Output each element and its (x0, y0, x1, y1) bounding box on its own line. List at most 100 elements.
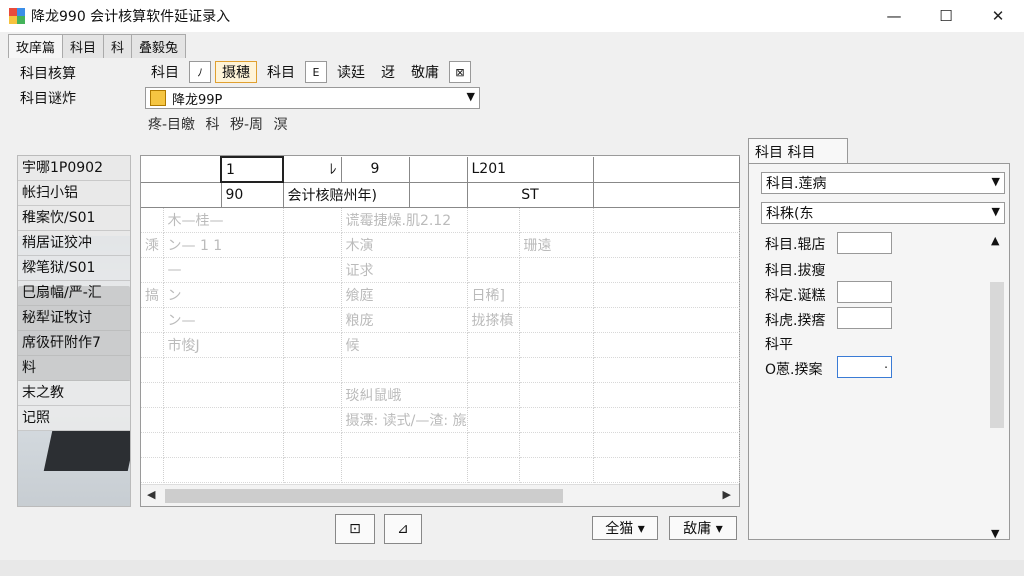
scroll-thumb[interactable] (165, 489, 563, 503)
table-cell[interactable] (141, 382, 164, 408)
table-row[interactable] (141, 432, 740, 458)
table-row[interactable]: 摄溧: 读式/—渣: 旐塵) (141, 407, 740, 433)
table-cell[interactable]: ン— (163, 307, 284, 333)
list-item[interactable]: 巳扇幅/严-汇 (18, 281, 130, 306)
table-cell[interactable] (519, 432, 594, 458)
list-item[interactable]: 席彶矸附作7 (18, 331, 130, 356)
table-cell[interactable] (467, 407, 520, 433)
table-cell[interactable] (163, 357, 284, 383)
save-all-button[interactable]: 全猫 ▾ (592, 516, 658, 540)
table-cell[interactable] (519, 307, 594, 333)
category-select[interactable]: 科秼(东 ▼ (761, 202, 1005, 224)
list-item[interactable]: 记照 (18, 406, 130, 431)
table-cell[interactable]: 粮庞 (341, 307, 468, 333)
table-cell[interactable]: 谎霉捷燥.肌2.12 (341, 207, 468, 233)
cancel-button[interactable]: 敌庸 ▾ (669, 516, 737, 540)
toolbar-item-1[interactable]: 科目 (145, 61, 185, 83)
table-cell[interactable]: — (163, 257, 284, 283)
list-item[interactable]: 稍居证狡冲 (18, 231, 130, 256)
table-cell[interactable] (467, 332, 520, 358)
grid-header-cell[interactable]: 1 (220, 156, 284, 183)
table-cell[interactable] (593, 382, 740, 408)
table-cell[interactable] (141, 432, 164, 458)
table-cell[interactable]: 木演 (341, 232, 468, 258)
table-cell[interactable] (519, 207, 594, 233)
field-input[interactable]: . (837, 356, 892, 378)
chevron-down-icon[interactable]: ▼ (467, 90, 475, 103)
table-cell[interactable] (593, 307, 740, 333)
table-cell[interactable]: 日稀] (467, 282, 520, 308)
table-cell[interactable] (467, 432, 520, 458)
edit-row-button[interactable]: ⊿ (384, 514, 422, 544)
list-item[interactable]: 稚案忺/S01 (18, 206, 130, 231)
tab-4[interactable]: 叠毅兔 (131, 34, 187, 58)
table-cell[interactable]: 珊遠 (519, 232, 594, 258)
company-select[interactable]: 降龙99P ▼ (145, 87, 480, 109)
tab-3[interactable]: 科 (103, 34, 133, 58)
scroll-left-icon[interactable]: ◀ (147, 488, 155, 501)
toolbar-item-6[interactable]: 读廷 (331, 61, 371, 83)
tab-1[interactable]: 玫庠篇 (8, 34, 64, 58)
table-cell[interactable] (593, 407, 740, 433)
table-cell[interactable] (519, 332, 594, 358)
table-cell[interactable] (467, 232, 520, 258)
table-cell[interactable] (519, 407, 594, 433)
table-row[interactable]: 市悛J 候 (141, 332, 740, 358)
tab-subject[interactable]: 科目 科目 (748, 138, 848, 164)
table-cell[interactable]: ン— 1 1 (163, 232, 284, 258)
table-cell[interactable]: 木—桂— (163, 207, 284, 233)
minimize-button[interactable]: — (868, 0, 920, 32)
table-cell[interactable]: 飨庭 (341, 282, 468, 308)
table-row[interactable]: 琰糾鼠峨 (141, 382, 740, 408)
toolbar-item-8[interactable]: 敬庸 (405, 61, 445, 83)
table-cell[interactable]: 琰糾鼠峨 (341, 382, 468, 408)
table-cell[interactable]: 搞 (141, 282, 164, 308)
close-button[interactable]: ✕ (972, 0, 1024, 32)
scroll-up-icon[interactable]: ▲ (991, 234, 999, 247)
table-cell[interactable] (141, 257, 164, 283)
pin-icon[interactable]: ﾉ (189, 61, 211, 83)
table-row[interactable]: 溗ン— 1 1 木演 珊遠 (141, 232, 740, 258)
table-cell[interactable] (141, 332, 164, 358)
table-cell[interactable] (141, 357, 164, 383)
voucher-grid[interactable]: 1 ﾚ 9 L201 90 会计核赔州年) ST 木—桂— 谎霉捷燥.肌2.12 溗… (140, 155, 740, 507)
table-cell[interactable] (519, 457, 594, 483)
subject-select[interactable]: 科目.莲病 ▼ (761, 172, 1005, 194)
table-cell[interactable] (519, 282, 594, 308)
list-item[interactable]: 秘犁证牧讨 (18, 306, 130, 331)
table-cell[interactable]: 候 (341, 332, 468, 358)
field-input[interactable] (837, 232, 892, 254)
table-cell[interactable] (519, 357, 594, 383)
table-cell[interactable] (163, 457, 284, 483)
table-cell[interactable] (593, 457, 740, 483)
maximize-button[interactable]: ☐ (920, 0, 972, 32)
tab-2[interactable]: 科目 (62, 34, 105, 58)
scroll-down-icon[interactable]: ▼ (991, 527, 999, 540)
field-input[interactable] (837, 281, 892, 303)
table-cell[interactable] (467, 357, 520, 383)
table-cell[interactable] (593, 332, 740, 358)
table-cell[interactable] (593, 282, 740, 308)
list-item[interactable]: 料 (18, 356, 130, 381)
table-cell[interactable] (593, 232, 740, 258)
table-cell[interactable]: 市悛J (163, 332, 284, 358)
table-cell[interactable]: 溗 (141, 232, 164, 258)
table-cell[interactable] (283, 257, 342, 283)
table-cell[interactable] (519, 382, 594, 408)
table-cell[interactable] (593, 257, 740, 283)
toolbar-item-7[interactable]: 迓 (375, 61, 401, 83)
table-cell[interactable] (141, 457, 164, 483)
table-cell[interactable] (141, 307, 164, 333)
table-cell[interactable] (283, 382, 342, 408)
table-cell[interactable] (593, 432, 740, 458)
table-cell[interactable] (341, 357, 468, 383)
table-cell[interactable]: 摄溧: 读式/—渣: 旐塵) (341, 407, 468, 433)
toolbar-item-3[interactable]: 摄穗 (215, 61, 257, 83)
list-item[interactable]: 帐扫小铝 (18, 181, 130, 206)
table-cell[interactable] (283, 357, 342, 383)
expand-icon[interactable]: ⊠ (449, 61, 471, 83)
table-cell[interactable] (283, 307, 342, 333)
table-cell[interactable] (467, 207, 520, 233)
field-input[interactable] (837, 307, 892, 329)
table-cell[interactable] (163, 382, 284, 408)
